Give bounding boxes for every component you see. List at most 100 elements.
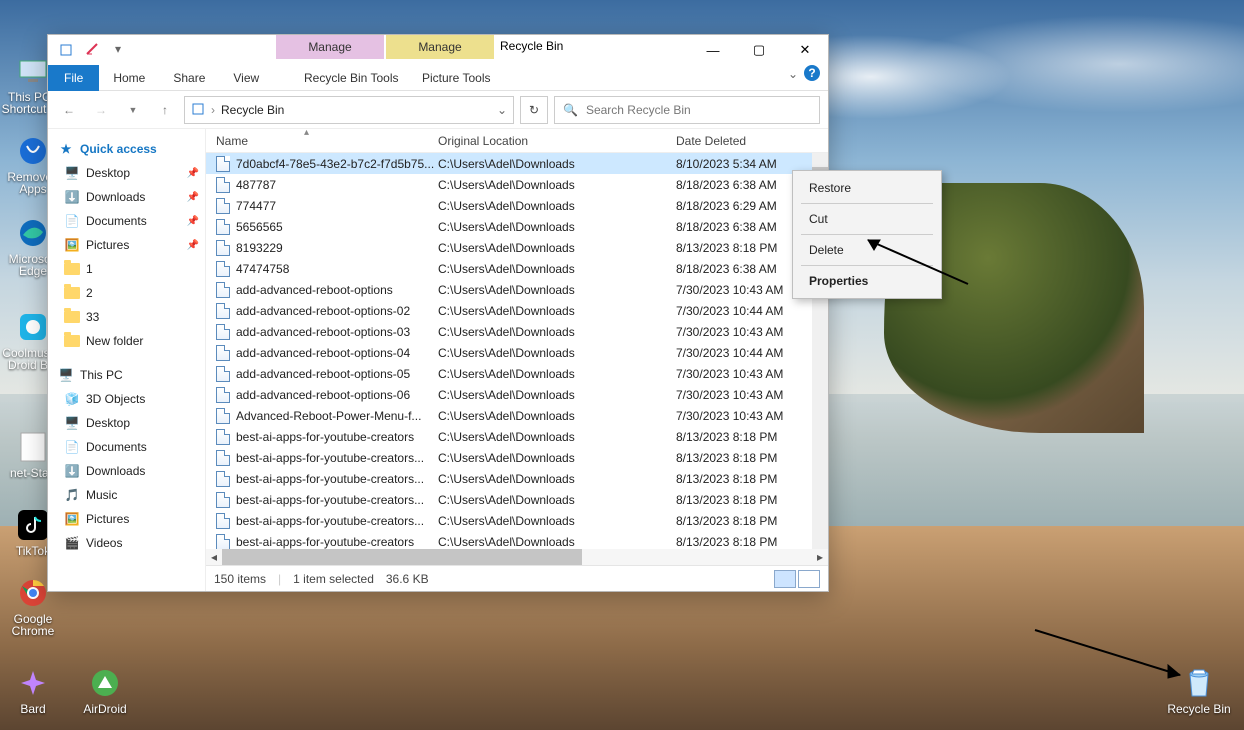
ribbon-home[interactable]: Home [99, 65, 159, 91]
file-row[interactable]: add-advanced-reboot-optionsC:\Users\Adel… [206, 279, 828, 300]
folder-icon [64, 261, 80, 277]
minimize-button[interactable]: — [690, 35, 736, 65]
folder-icon [64, 309, 80, 325]
file-row[interactable]: 7d0abcf4-78e5-43e2-b7c2-f7d5b75...C:\Use… [206, 153, 828, 174]
context-tab-picture-tools[interactable]: Manage [386, 35, 494, 59]
status-selection: 1 item selected [293, 572, 374, 586]
file-row[interactable]: 8193229C:\Users\Adel\Downloads8/13/2023 … [206, 237, 828, 258]
sort-indicator-icon: ▴ [304, 127, 309, 138]
nav-downloads[interactable]: ⬇️Downloads [48, 459, 205, 483]
file-row[interactable]: 774477C:\Users\Adel\Downloads8/18/2023 6… [206, 195, 828, 216]
scrollbar-thumb[interactable] [222, 549, 582, 565]
desktop-icon-airdroid[interactable]: AirDroid [72, 648, 138, 720]
nav-desktop[interactable]: 🖥️Desktop [48, 411, 205, 435]
search-icon: 🔍 [563, 103, 578, 117]
scroll-right-icon[interactable]: ▸ [812, 549, 828, 565]
view-details-button[interactable] [774, 570, 796, 588]
navigation-pane[interactable]: ★Quick access 🖥️Desktop📌⬇️Downloads📌📄Doc… [48, 129, 206, 591]
nav-3d-objects[interactable]: 🧊3D Objects [48, 387, 205, 411]
qat-dropdown-icon[interactable]: ▾ [108, 39, 128, 59]
help-icon[interactable]: ? [804, 65, 820, 81]
refresh-button[interactable]: ↻ [520, 96, 548, 124]
nav-folder[interactable]: 2 [48, 281, 205, 305]
nav-recent-dropdown[interactable]: ▼ [120, 97, 146, 123]
explorer-window: ▾ Manage Manage Recycle Bin — ▢ ✕ File H… [47, 34, 829, 592]
file-row[interactable]: add-advanced-reboot-options-06C:\Users\A… [206, 384, 828, 405]
ribbon-recycle-bin-tools[interactable]: Recycle Bin Tools [290, 65, 413, 91]
nav-forward-button[interactable]: → [88, 97, 114, 123]
nav-up-button[interactable]: ↑ [152, 97, 178, 123]
nav-documents[interactable]: 📄Documents📌 [48, 209, 205, 233]
window-title: Recycle Bin [500, 39, 563, 53]
ribbon-file[interactable]: File [48, 65, 99, 91]
file-icon [216, 513, 230, 529]
file-row[interactable]: best-ai-apps-for-youtube-creatorsC:\User… [206, 426, 828, 447]
file-row[interactable]: 487787C:\Users\Adel\Downloads8/18/2023 6… [206, 174, 828, 195]
file-icon [216, 219, 230, 235]
nav-pictures[interactable]: 🖼️Pictures [48, 507, 205, 531]
nav-back-button[interactable]: ← [56, 97, 82, 123]
ribbon-picture-tools[interactable]: Picture Tools [408, 65, 504, 91]
file-icon [216, 408, 230, 424]
file-icon [216, 282, 230, 298]
close-button[interactable]: ✕ [782, 35, 828, 65]
view-large-icons-button[interactable] [798, 570, 820, 588]
nav-documents[interactable]: 📄Documents [48, 435, 205, 459]
file-row[interactable]: best-ai-apps-for-youtube-creatorsC:\User… [206, 531, 828, 549]
file-row[interactable]: Advanced-Reboot-Power-Menu-f...C:\Users\… [206, 405, 828, 426]
search-input[interactable]: 🔍 Search Recycle Bin [554, 96, 820, 124]
pin-icon: 📌 [187, 240, 199, 251]
nav-videos[interactable]: 🎬Videos [48, 531, 205, 555]
breadcrumb-current[interactable]: Recycle Bin [221, 103, 284, 117]
status-size: 36.6 KB [386, 572, 429, 586]
file-row[interactable]: 5656565C:\Users\Adel\Downloads8/18/2023 … [206, 216, 828, 237]
address-bar: ← → ▼ ↑ › Recycle Bin ⌄ ↻ 🔍 Search Recyc… [48, 91, 828, 129]
file-icon [216, 429, 230, 445]
file-row[interactable]: add-advanced-reboot-options-04C:\Users\A… [206, 342, 828, 363]
pin-icon: 📌 [187, 168, 199, 179]
file-icon [216, 303, 230, 319]
horizontal-scrollbar[interactable]: ◂ ▸ [206, 549, 828, 565]
ctx-restore[interactable]: Restore [793, 175, 941, 201]
nav-music[interactable]: 🎵Music [48, 483, 205, 507]
breadcrumb-dropdown-icon[interactable]: ⌄ [497, 103, 507, 117]
file-row[interactable]: add-advanced-reboot-options-02C:\Users\A… [206, 300, 828, 321]
scroll-left-icon[interactable]: ◂ [206, 549, 222, 565]
desktop-icon-bard[interactable]: Bard [0, 648, 66, 720]
download-icon: ⬇️ [64, 189, 80, 205]
nav-folder[interactable]: New folder [48, 329, 205, 353]
ribbon-view[interactable]: View [219, 65, 273, 91]
maximize-button[interactable]: ▢ [736, 35, 782, 65]
file-row[interactable]: best-ai-apps-for-youtube-creators...C:\U… [206, 510, 828, 531]
breadcrumb-bar[interactable]: › Recycle Bin ⌄ [184, 96, 514, 124]
file-row[interactable]: best-ai-apps-for-youtube-creators...C:\U… [206, 468, 828, 489]
nav-pictures[interactable]: 🖼️Pictures📌 [48, 233, 205, 257]
column-headers[interactable]: Name Original Location Date Deleted ▴ [206, 129, 828, 153]
this-pc[interactable]: 🖥️This PC [48, 363, 205, 387]
col-date[interactable]: Date Deleted [676, 134, 828, 148]
search-placeholder: Search Recycle Bin [586, 103, 691, 117]
context-tab-recycle-tools[interactable]: Manage [276, 35, 384, 59]
file-row[interactable]: add-advanced-reboot-options-03C:\Users\A… [206, 321, 828, 342]
nav-folder[interactable]: 33 [48, 305, 205, 329]
file-icon [216, 261, 230, 277]
nav-desktop[interactable]: 🖥️Desktop📌 [48, 161, 205, 185]
ribbon-collapse-icon[interactable]: ⌄ [788, 67, 798, 81]
quick-access[interactable]: ★Quick access [48, 137, 205, 161]
file-row[interactable]: 47474758C:\Users\Adel\Downloads8/18/2023… [206, 258, 828, 279]
file-row[interactable]: best-ai-apps-for-youtube-creators...C:\U… [206, 447, 828, 468]
file-row[interactable]: add-advanced-reboot-options-05C:\Users\A… [206, 363, 828, 384]
ctx-cut[interactable]: Cut [793, 206, 941, 232]
nav-folder[interactable]: 1 [48, 257, 205, 281]
ribbon-share[interactable]: Share [159, 65, 219, 91]
pin-icon: 📌 [187, 192, 199, 203]
qat-properties-icon[interactable] [82, 39, 102, 59]
desktop-icon: 🖥️ [64, 165, 80, 181]
col-location[interactable]: Original Location [438, 134, 676, 148]
doc-icon: 📄 [64, 213, 80, 229]
nav-downloads[interactable]: ⬇️Downloads📌 [48, 185, 205, 209]
file-row[interactable]: best-ai-apps-for-youtube-creators...C:\U… [206, 489, 828, 510]
file-icon [216, 534, 230, 550]
recycle-bin-icon [191, 101, 205, 118]
col-name[interactable]: Name [216, 134, 438, 148]
